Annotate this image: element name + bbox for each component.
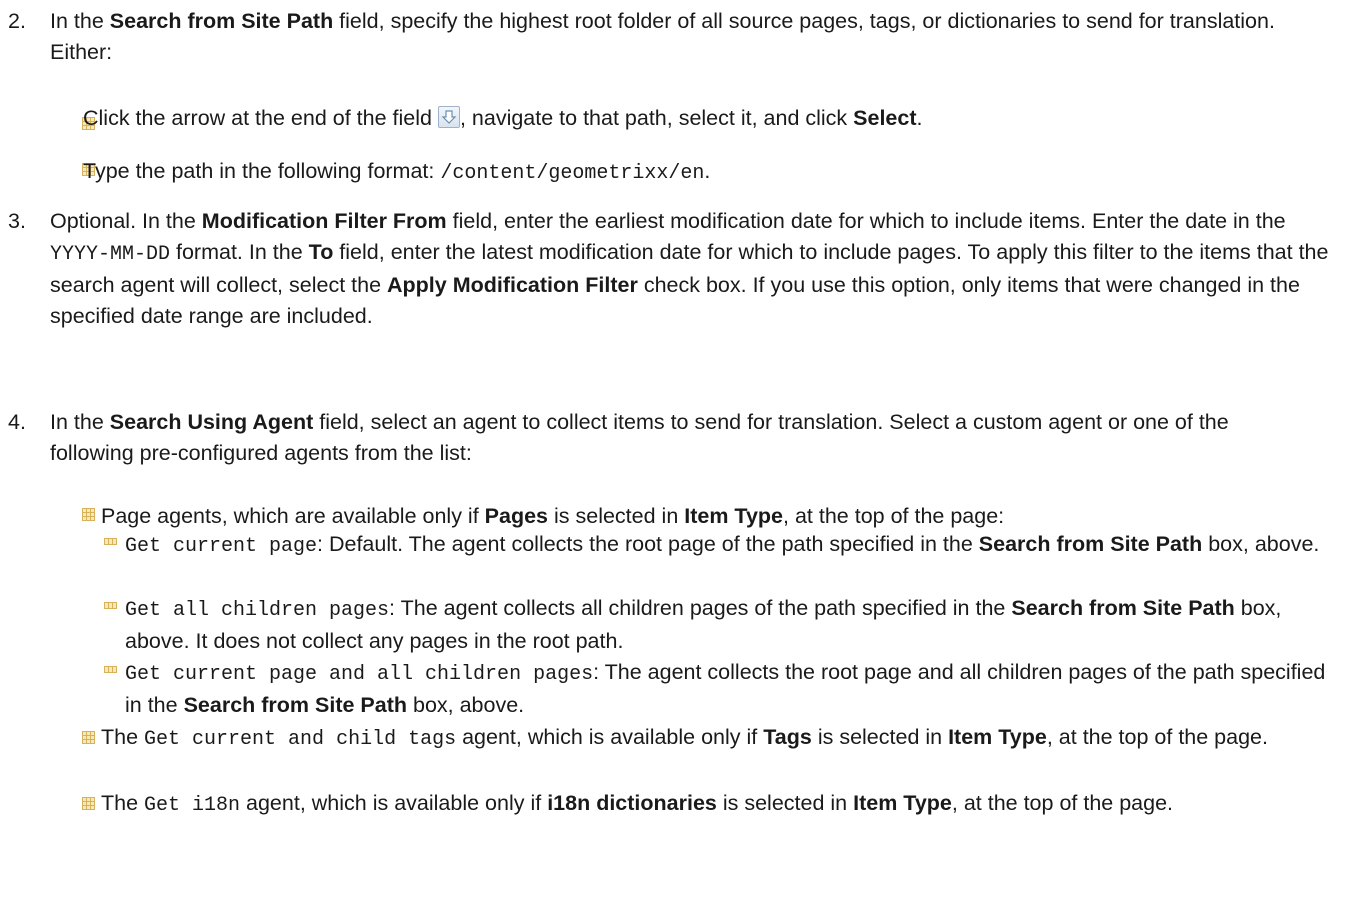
text: field, enter the earliest modification d…: [446, 209, 1286, 233]
text: .: [916, 106, 923, 130]
sub-list-item: Get current page and all children pages:…: [125, 657, 1340, 721]
bold-text: Search from Site Path: [978, 532, 1203, 556]
text: Click the arrow at the end of the field: [83, 106, 438, 130]
step-number: 4.: [8, 410, 26, 434]
bold-text: Search from Site Path: [109, 9, 334, 33]
text: , at the top of the page:: [783, 504, 1005, 528]
square-grid-bullet-icon: [82, 731, 95, 744]
i18n-agent-item: The Get i18n agent, which is available o…: [101, 788, 1331, 821]
sub-list-item: Get current page: Default. The agent col…: [125, 529, 1340, 562]
square-grid-bullet-icon: [104, 666, 117, 673]
text: , at the top of the page.: [951, 791, 1174, 815]
text: : The agent collects all children pages …: [389, 596, 1012, 620]
text: agent, which is available only if: [456, 725, 764, 749]
step-number: 3.: [8, 209, 26, 233]
bullet-text: Page agents, which are available only if…: [83, 501, 1333, 532]
code-text: Get current page: [125, 535, 318, 558]
text: The: [101, 725, 145, 749]
step-number: 2.: [8, 9, 26, 33]
page-agents-item: Page agents, which are available only if…: [83, 501, 1333, 532]
text: : Default. The agent collects the root p…: [317, 532, 979, 556]
bold-text: Modification Filter From: [201, 209, 447, 233]
code-text: Get current page and all children pages: [125, 663, 594, 686]
step-text: In the Search Using Agent field, select …: [50, 407, 1310, 469]
text: is selected in: [811, 725, 949, 749]
bold-text: Search from Site Path: [1011, 596, 1235, 620]
bold-text: Item Type: [948, 725, 1047, 749]
code-text: Get all children pages: [125, 599, 390, 622]
bullet-text: Type the path in the following format: /…: [83, 156, 710, 189]
bold-text: Item Type: [684, 504, 784, 528]
text: box, above.: [407, 693, 525, 717]
bold-text: Tags: [763, 725, 812, 749]
text: Page agents, which are available only if: [101, 504, 485, 528]
bold-text: Search Using Agent: [109, 410, 314, 434]
text: The: [101, 791, 145, 815]
text: , at the top of the page.: [1046, 725, 1268, 749]
bold-text: Apply Modification Filter: [387, 273, 638, 297]
bold-text: To: [308, 240, 334, 264]
step-text: Optional. In the Modification Filter Fro…: [50, 206, 1332, 332]
documentation-page: 2. In the Search from Site Path field, s…: [0, 0, 1347, 918]
code-text: Get i18n: [144, 794, 241, 817]
square-grid-bullet-icon: [82, 797, 95, 810]
text: is selected in: [716, 791, 854, 815]
text: agent, which is available only if: [240, 791, 548, 815]
bullet-text: Click the arrow at the end of the field …: [83, 103, 923, 134]
text: is selected in: [548, 504, 685, 528]
bold-text: Item Type: [853, 791, 952, 815]
text: , navigate to that path, select it, and …: [459, 106, 854, 130]
bold-text: Search from Site Path: [183, 693, 408, 717]
tags-agent-item: The Get current and child tags agent, wh…: [101, 722, 1326, 755]
square-grid-bullet-icon: [104, 602, 117, 609]
text: In the: [50, 410, 110, 434]
step-text: In the Search from Site Path field, spec…: [50, 6, 1336, 68]
square-grid-bullet-icon: [104, 538, 117, 545]
text: In the: [50, 9, 110, 33]
code-text: /content/geometrixx/en: [440, 162, 705, 185]
text: Type the path in the following format:: [83, 159, 441, 183]
code-text: Get current and child tags: [144, 728, 457, 751]
code-text: YYYY-MM-DD: [50, 243, 171, 266]
bold-text: Pages: [484, 504, 549, 528]
down-arrow-icon[interactable]: [437, 106, 460, 128]
bold-text: Select: [853, 106, 917, 130]
sub-list-item: Get all children pages: The agent collec…: [125, 593, 1340, 657]
bold-text: i18n dictionaries: [547, 791, 717, 815]
text: box, above.: [1202, 532, 1320, 556]
text: Optional. In the: [50, 209, 202, 233]
text: format. In the: [170, 240, 309, 264]
text: .: [704, 159, 711, 183]
